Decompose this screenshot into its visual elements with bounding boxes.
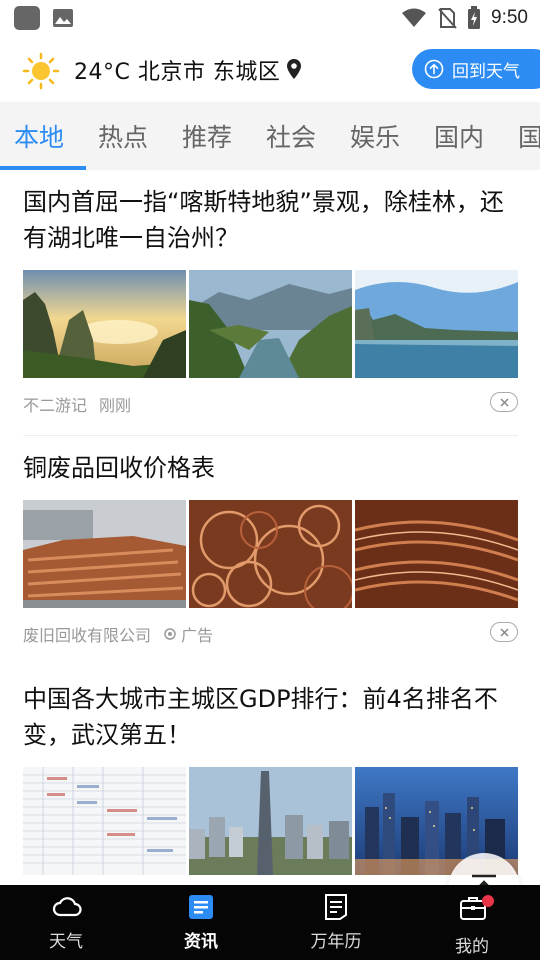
sun-icon xyxy=(22,52,60,90)
nav-news[interactable]: 资讯 xyxy=(151,885,251,960)
nav-profile[interactable]: 我的 xyxy=(422,885,522,960)
weather-location-text[interactable]: 24°C 北京市 东城区 xyxy=(74,54,280,86)
status-time: 9:50 xyxy=(491,7,528,28)
article-source: 不二游记 xyxy=(23,396,88,415)
nav-weather[interactable]: 天气 xyxy=(16,885,116,960)
article-image[interactable] xyxy=(23,270,186,378)
news-feed[interactable]: 国内首屈一指“喀斯特地貌”景观，除桂林，还有湖北唯一自治州？ 不二游记 刚刚 铜… xyxy=(0,170,540,885)
article-title[interactable]: 国内首屈一指“喀斯特地貌”景观，除桂林，还有湖北唯一自治州？ xyxy=(23,184,518,256)
battery-charging-icon xyxy=(468,6,481,29)
tab-international[interactable]: 国 xyxy=(518,118,540,154)
ad-icon xyxy=(164,628,176,640)
article-image[interactable] xyxy=(23,767,186,875)
dismiss-button[interactable] xyxy=(490,622,518,642)
tab-entertainment[interactable]: 娱乐 xyxy=(350,118,400,154)
back-to-weather-button[interactable]: 回到天气 xyxy=(412,49,540,89)
article-image[interactable] xyxy=(355,270,518,378)
news-icon xyxy=(189,895,213,919)
notification-badge xyxy=(482,895,494,907)
arrow-up-icon xyxy=(472,874,496,885)
news-article[interactable]: 国内首屈一指“喀斯特地貌”景观，除桂林，还有湖北唯一自治州？ 不二游记 刚刚 xyxy=(23,184,518,416)
wifi-icon xyxy=(402,8,427,27)
cloud-icon xyxy=(52,897,82,917)
image-icon xyxy=(53,9,73,27)
no-sim-icon xyxy=(438,8,457,29)
status-bar: 9:50 xyxy=(0,0,540,36)
dismiss-button[interactable] xyxy=(490,392,518,412)
article-title[interactable]: 铜废品回收价格表 xyxy=(23,450,518,486)
divider xyxy=(23,435,518,436)
advertiser-name: 废旧回收有限公司 xyxy=(23,626,152,645)
tab-local[interactable]: 本地 xyxy=(14,118,64,154)
calendar-icon xyxy=(325,894,347,920)
close-icon xyxy=(499,627,509,637)
tab-society[interactable]: 社会 xyxy=(266,118,316,154)
nav-label: 资讯 xyxy=(184,932,218,952)
nav-label: 万年历 xyxy=(310,932,362,952)
article-image[interactable] xyxy=(355,500,518,608)
ad-article[interactable]: 铜废品回收价格表 废旧回收有限公司 广告 xyxy=(23,450,518,646)
tab-recommend[interactable]: 推荐 xyxy=(182,118,232,154)
article-image[interactable] xyxy=(23,500,186,608)
nav-label: 我的 xyxy=(455,937,489,957)
bottom-navigation: 天气 资讯 万年历 我的 xyxy=(0,885,540,960)
article-time: 刚刚 xyxy=(99,396,132,415)
ad-label: 广告 xyxy=(181,626,214,645)
back-to-weather-label: 回到天气 xyxy=(452,61,520,82)
nav-label: 天气 xyxy=(49,932,83,952)
news-article[interactable]: 中国各大城市主城区GDP排行：前4名排名不变，武汉第五！ xyxy=(23,681,518,875)
close-icon xyxy=(499,397,509,407)
location-pin-icon[interactable] xyxy=(286,58,302,80)
category-tabs: 本地 热点 推荐 社会 娱乐 国内 国 xyxy=(0,102,540,170)
weather-header: 24°C 北京市 东城区 回到天气 xyxy=(0,36,540,102)
app-icon xyxy=(14,6,40,30)
arrow-up-circle-icon xyxy=(424,59,444,79)
article-image[interactable] xyxy=(189,270,352,378)
tab-domestic[interactable]: 国内 xyxy=(434,118,484,154)
nav-calendar[interactable]: 万年历 xyxy=(286,885,386,960)
article-title[interactable]: 中国各大城市主城区GDP排行：前4名排名不变，武汉第五！ xyxy=(23,681,518,753)
article-image[interactable] xyxy=(189,767,352,875)
article-image[interactable] xyxy=(189,500,352,608)
tab-hot[interactable]: 热点 xyxy=(98,118,148,154)
